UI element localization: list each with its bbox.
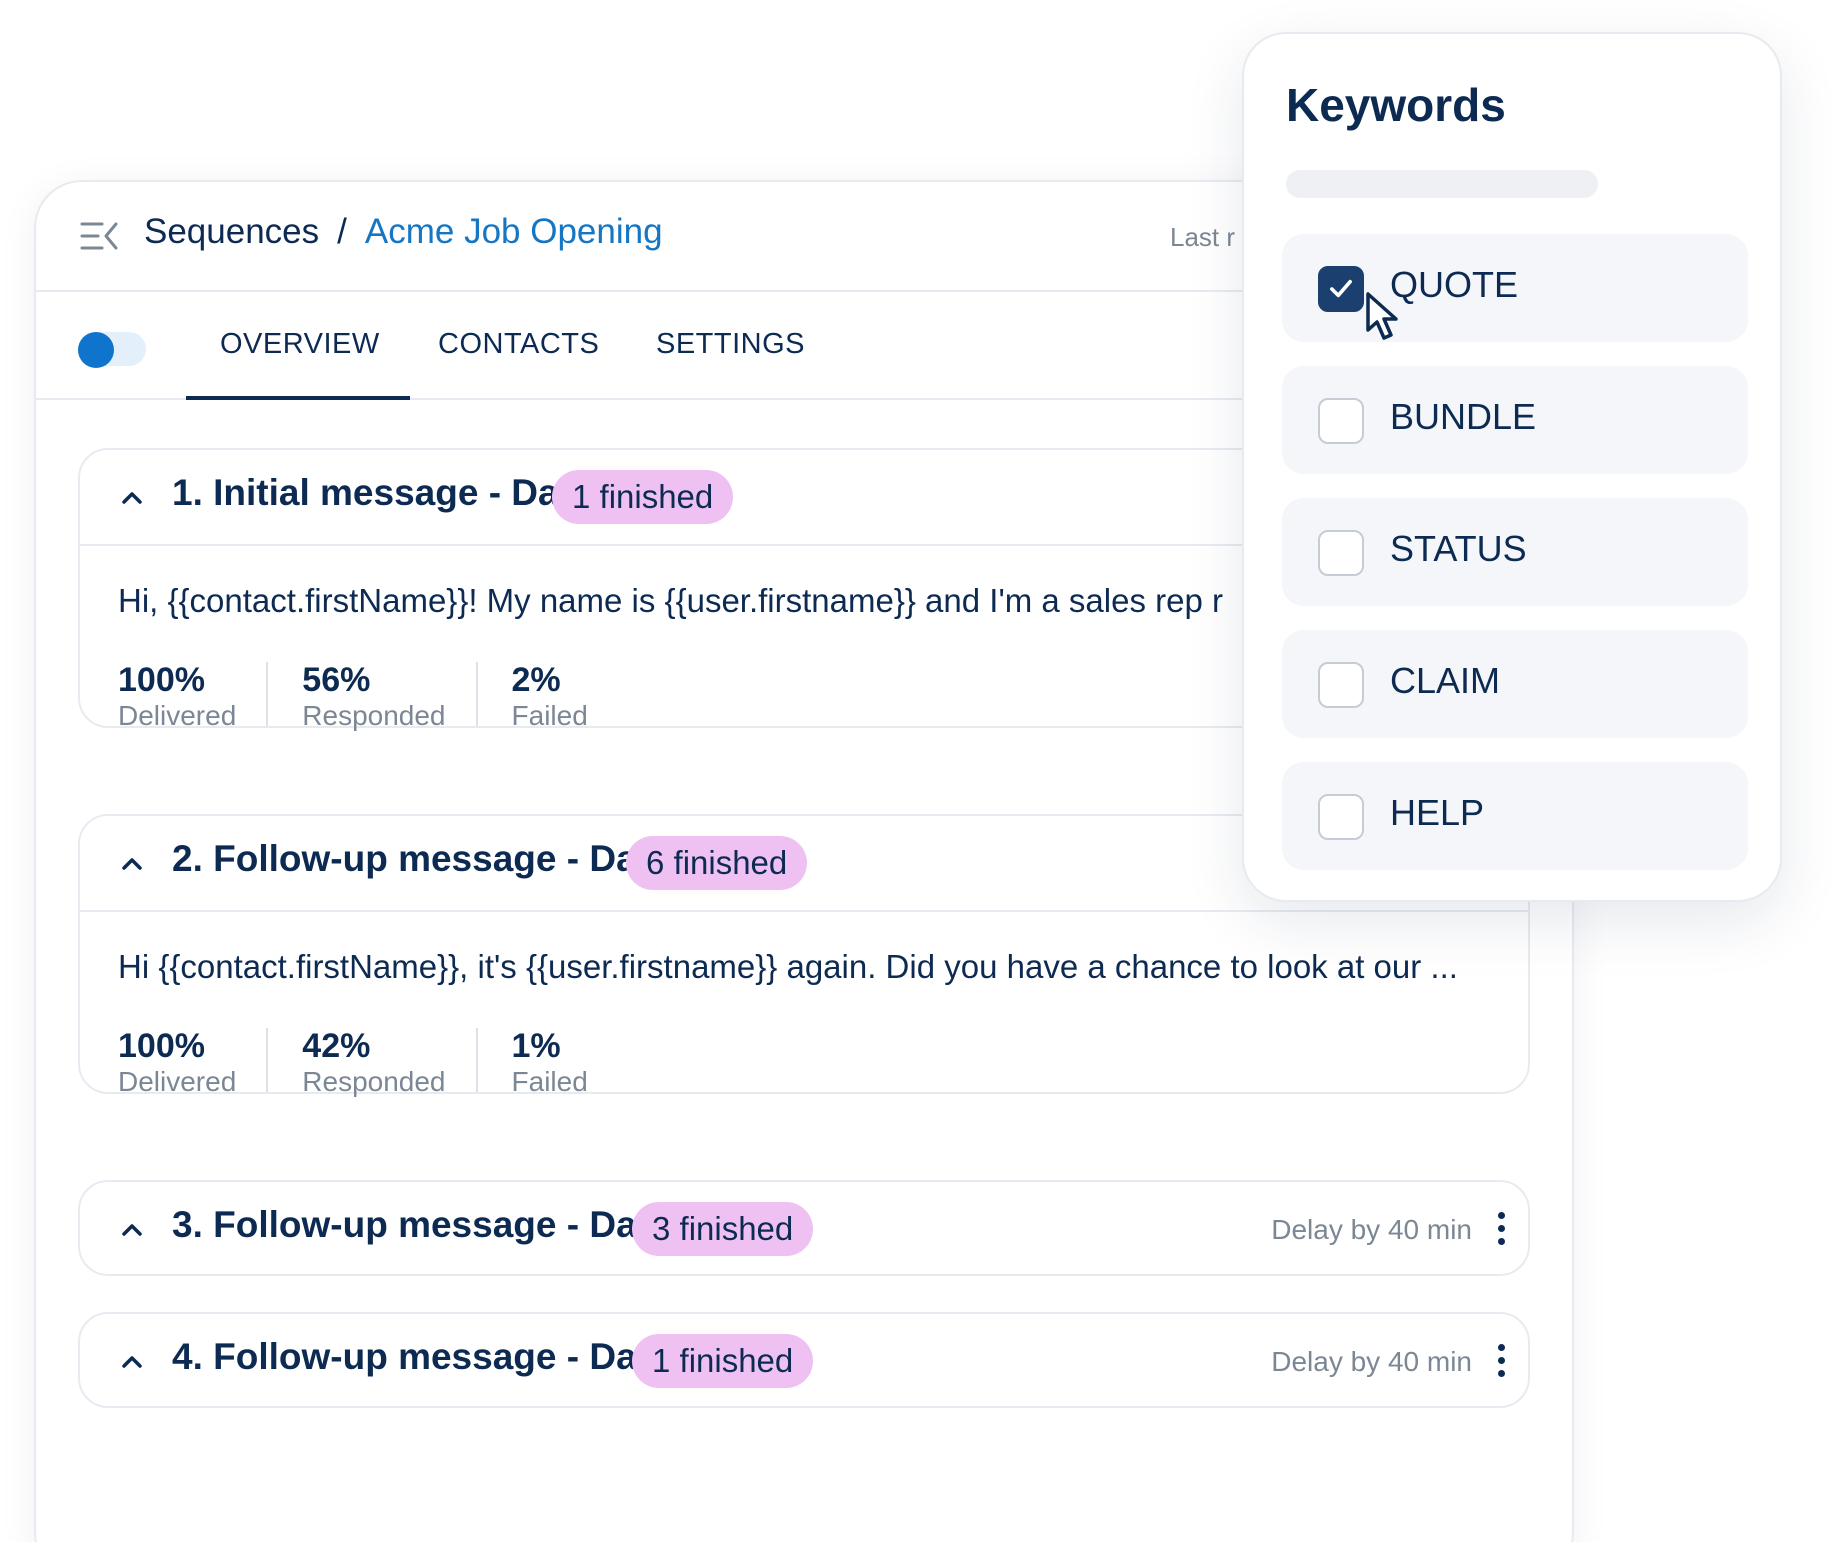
finished-badge: 1 finished xyxy=(552,470,734,524)
delay-label: Delay by 40 min xyxy=(1271,1214,1472,1245)
keyword-label: BUNDLE xyxy=(1390,396,1537,437)
stat-label: Responded xyxy=(302,700,446,731)
message-preview: Hi {{contact.firstName}}, it's {{user.fi… xyxy=(118,948,1458,985)
stat-failed: 2% Failed xyxy=(511,661,618,731)
step-title: 1. Initial message - Day 1 xyxy=(172,472,611,513)
keyword-option-help[interactable]: HELP xyxy=(1282,762,1748,870)
tab-contacts[interactable]: CONTACTS xyxy=(438,328,599,361)
stat-responded: 56% Responded xyxy=(302,661,478,731)
step-card-3: 3. Follow-up message - Day 2 3 finished … xyxy=(78,1180,1530,1276)
keywords-popover: Keywords QUOTE BUNDLE STATUS CLAIM HELP xyxy=(1242,32,1782,902)
keyword-checkbox[interactable] xyxy=(1318,266,1364,312)
finished-badge: 1 finished xyxy=(632,1334,814,1388)
mouse-cursor-icon xyxy=(1366,292,1398,340)
keyword-checkbox[interactable] xyxy=(1318,662,1364,708)
checkmark-icon xyxy=(1330,279,1352,298)
stat-responded: 42% Responded xyxy=(302,1027,478,1097)
stat-label: Delivered xyxy=(118,700,237,731)
keyword-label: STATUS xyxy=(1390,528,1527,569)
step-card-header[interactable]: 3. Follow-up message - Day 2 3 finished … xyxy=(80,1182,1528,1278)
breadcrumb-separator: / xyxy=(337,212,347,251)
keyword-checkbox[interactable] xyxy=(1318,530,1364,576)
step-card-body: Hi {{contact.firstName}}, it's {{user.fi… xyxy=(80,912,1528,1142)
keyword-option-bundle[interactable]: BUNDLE xyxy=(1282,366,1748,474)
kebab-menu-icon[interactable] xyxy=(1496,1344,1506,1380)
stat-value: 1% xyxy=(511,1027,561,1065)
chevron-up-icon[interactable] xyxy=(118,1348,146,1376)
tab-overview[interactable]: OVERVIEW xyxy=(220,328,380,361)
active-tab-indicator xyxy=(186,396,410,400)
finished-badge: 3 finished xyxy=(632,1202,814,1256)
breadcrumb-current-sequence[interactable]: Acme Job Opening xyxy=(365,212,663,252)
kebab-menu-icon[interactable] xyxy=(1496,1212,1506,1248)
stat-delivered: 100% Delivered xyxy=(118,1027,269,1097)
step-card-header[interactable]: 4. Follow-up message - Day 5 1 finished … xyxy=(80,1314,1528,1410)
keyword-option-claim[interactable]: CLAIM xyxy=(1282,630,1748,738)
step-title: 3. Follow-up message - Day 2 xyxy=(172,1204,689,1245)
keywords-title: Keywords xyxy=(1286,79,1506,131)
stat-failed: 1% Failed xyxy=(511,1027,618,1097)
stat-value: 56% xyxy=(302,661,371,699)
delay-label: Delay by 40 min xyxy=(1271,1346,1472,1377)
chevron-up-icon[interactable] xyxy=(118,1216,146,1244)
stat-value: 2% xyxy=(511,661,561,699)
tab-settings[interactable]: SETTINGS xyxy=(656,328,805,361)
keyword-label: QUOTE xyxy=(1390,264,1519,305)
keyword-option-status[interactable]: STATUS xyxy=(1282,498,1748,606)
keyword-checkbox[interactable] xyxy=(1318,794,1364,840)
toggle-knob xyxy=(78,332,114,368)
keyword-checkbox[interactable] xyxy=(1318,398,1364,444)
keyword-label: CLAIM xyxy=(1390,660,1501,701)
stat-label: Responded xyxy=(302,1066,446,1097)
step-title: 4. Follow-up message - Day 5 xyxy=(172,1336,689,1377)
collapse-sidebar-icon[interactable] xyxy=(80,220,120,252)
keywords-search-placeholder-bar xyxy=(1286,170,1598,198)
stat-value: 100% xyxy=(118,1027,205,1065)
breadcrumb-sequences-link[interactable]: Sequences xyxy=(144,212,319,252)
stat-label: Delivered xyxy=(118,1066,237,1097)
stat-value: 100% xyxy=(118,661,205,699)
stat-label: Failed xyxy=(511,700,588,731)
keyword-option-quote[interactable]: QUOTE xyxy=(1282,234,1748,342)
last-run-label: Last r xyxy=(1170,222,1236,252)
stat-label: Failed xyxy=(511,1066,588,1097)
sequence-active-toggle[interactable] xyxy=(78,332,146,368)
step-card-4: 4. Follow-up message - Day 5 1 finished … xyxy=(78,1312,1530,1408)
step-title: 2. Follow-up message - Day 1 xyxy=(172,838,689,879)
stat-delivered: 100% Delivered xyxy=(118,661,269,731)
chevron-up-icon[interactable] xyxy=(118,850,146,878)
finished-badge: 6 finished xyxy=(626,836,808,890)
breadcrumb: Sequences / Acme Job Opening xyxy=(144,212,663,252)
chevron-up-icon[interactable] xyxy=(118,484,146,512)
keyword-label: HELP xyxy=(1390,792,1485,833)
step-stats: 100% Delivered 42% Responded 1% Failed xyxy=(118,1027,652,1097)
step-stats: 100% Delivered 56% Responded 2% Failed xyxy=(118,661,652,731)
stat-value: 42% xyxy=(302,1027,371,1065)
